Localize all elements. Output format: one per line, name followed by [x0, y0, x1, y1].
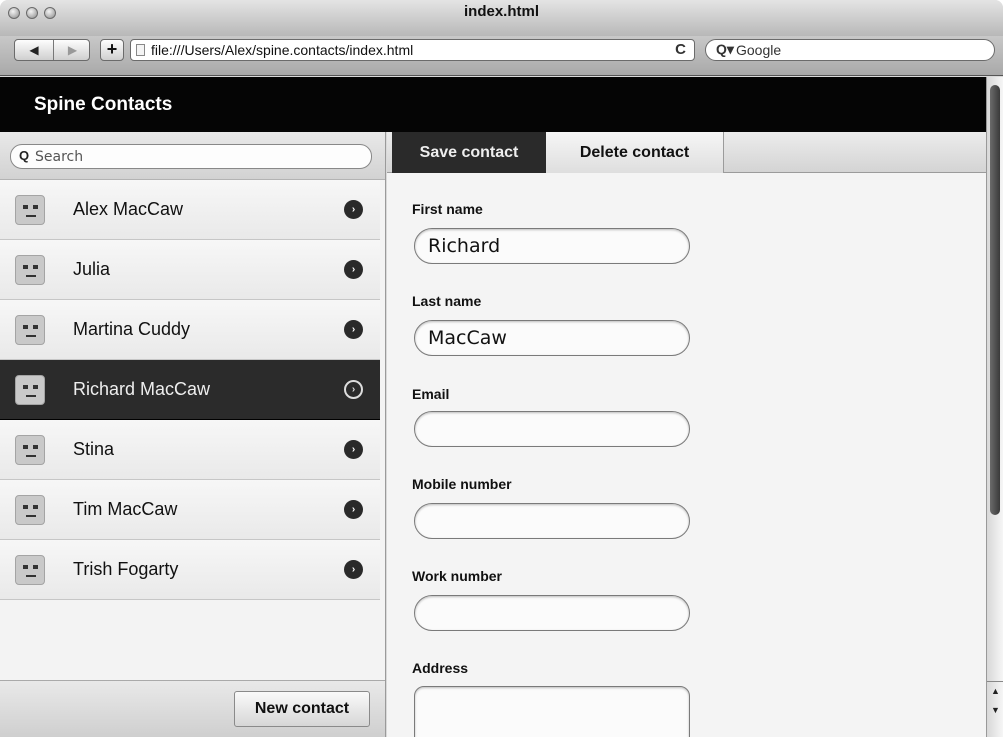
add-bookmark-button[interactable]: +: [100, 39, 124, 61]
mobile-number-field[interactable]: [414, 503, 690, 539]
contact-item[interactable]: Alex MacCaw ›: [0, 180, 380, 240]
first-name-label: First name: [412, 201, 483, 217]
avatar-icon: [15, 255, 45, 285]
forward-button[interactable]: ▶: [53, 40, 91, 60]
contact-form: First name Last name Email Mobile number…: [387, 173, 986, 737]
scrollbar-thumb[interactable]: [990, 85, 1000, 515]
avatar-icon: [15, 495, 45, 525]
contact-editor: Save contact Delete contact First name L…: [387, 132, 986, 737]
app-title: Spine Contacts: [34, 94, 173, 115]
search-icon[interactable]: Q▾: [716, 41, 734, 58]
contact-search-box[interactable]: Q: [10, 144, 372, 169]
chevron-right-icon[interactable]: ›: [344, 560, 363, 579]
mobile-number-label: Mobile number: [412, 476, 512, 492]
delete-contact-button[interactable]: Delete contact: [546, 132, 724, 173]
back-button[interactable]: ◀: [15, 40, 53, 60]
contact-item[interactable]: Martina Cuddy ›: [0, 300, 380, 360]
title-bar: index.html: [0, 0, 1003, 36]
page-scrollbar[interactable]: ▲ ▼: [986, 77, 1003, 737]
scroll-arrows[interactable]: ▲ ▼: [987, 681, 1003, 721]
sidebar-search-bar: Q: [0, 132, 385, 180]
last-name-label: Last name: [412, 293, 482, 309]
address-text[interactable]: file:///Users/Alex/spine.contacts/index.…: [151, 42, 413, 58]
address-bar[interactable]: file:///Users/Alex/spine.contacts/index.…: [130, 39, 695, 61]
avatar-icon: [15, 195, 45, 225]
contact-item-selected[interactable]: Richard MacCaw ›: [0, 360, 380, 420]
contact-name: Alex MacCaw: [73, 199, 184, 219]
contact-item[interactable]: Julia ›: [0, 240, 380, 300]
chevron-right-icon[interactable]: ›: [344, 500, 363, 519]
scroll-up-icon[interactable]: ▲: [987, 682, 1003, 701]
contact-name: Trish Fogarty: [73, 559, 179, 579]
new-contact-button[interactable]: New contact: [234, 691, 370, 727]
browser-window: index.html ◀ ▶ + file:///Users/Alex/spin…: [0, 0, 1003, 737]
search-icon: Q: [19, 148, 30, 163]
contact-name: Tim MacCaw: [73, 499, 178, 519]
chevron-right-icon[interactable]: ›: [344, 380, 363, 399]
app-header: Spine Contacts: [0, 77, 986, 132]
email-field[interactable]: [414, 411, 690, 447]
avatar-icon: [15, 435, 45, 465]
contact-item[interactable]: Tim MacCaw ›: [0, 480, 380, 540]
page-icon: [136, 44, 145, 56]
contact-name: Richard MacCaw: [73, 379, 211, 399]
reload-icon[interactable]: C: [675, 41, 686, 58]
contact-item[interactable]: Stina ›: [0, 420, 380, 480]
web-search-field[interactable]: Q▾ Google: [705, 39, 995, 61]
web-search-placeholder: Google: [736, 42, 782, 58]
contacts-sidebar: Q Alex MacCaw › Julia › Martina Cuddy › …: [0, 132, 386, 737]
work-number-label: Work number: [412, 568, 502, 584]
nav-buttons: ◀ ▶: [14, 39, 90, 61]
avatar-icon: [15, 375, 45, 405]
chevron-right-icon[interactable]: ›: [344, 320, 363, 339]
sidebar-footer: New contact: [0, 680, 385, 737]
save-contact-button[interactable]: Save contact: [392, 132, 546, 173]
contact-search-input[interactable]: [35, 147, 355, 166]
avatar-icon: [15, 315, 45, 345]
last-name-field[interactable]: [414, 320, 690, 356]
email-label: Email: [412, 386, 450, 402]
first-name-field[interactable]: [414, 228, 690, 264]
contact-name: Martina Cuddy: [73, 319, 191, 339]
address-field[interactable]: [414, 686, 690, 737]
address-label: Address: [412, 660, 469, 676]
contact-item[interactable]: Trish Fogarty ›: [0, 540, 380, 600]
chevron-right-icon[interactable]: ›: [344, 440, 363, 459]
contact-name: Stina: [73, 439, 115, 459]
window-title: index.html: [463, 3, 539, 20]
chevron-right-icon[interactable]: ›: [344, 200, 363, 219]
chevron-right-icon[interactable]: ›: [344, 260, 363, 279]
avatar-icon: [15, 555, 45, 585]
scroll-down-icon[interactable]: ▼: [987, 701, 1003, 720]
contact-name: Julia: [73, 259, 111, 279]
editor-toolbar: Save contact Delete contact: [387, 132, 986, 173]
browser-toolbar: ◀ ▶ + file:///Users/Alex/spine.contacts/…: [0, 36, 1003, 76]
work-number-field[interactable]: [414, 595, 690, 631]
